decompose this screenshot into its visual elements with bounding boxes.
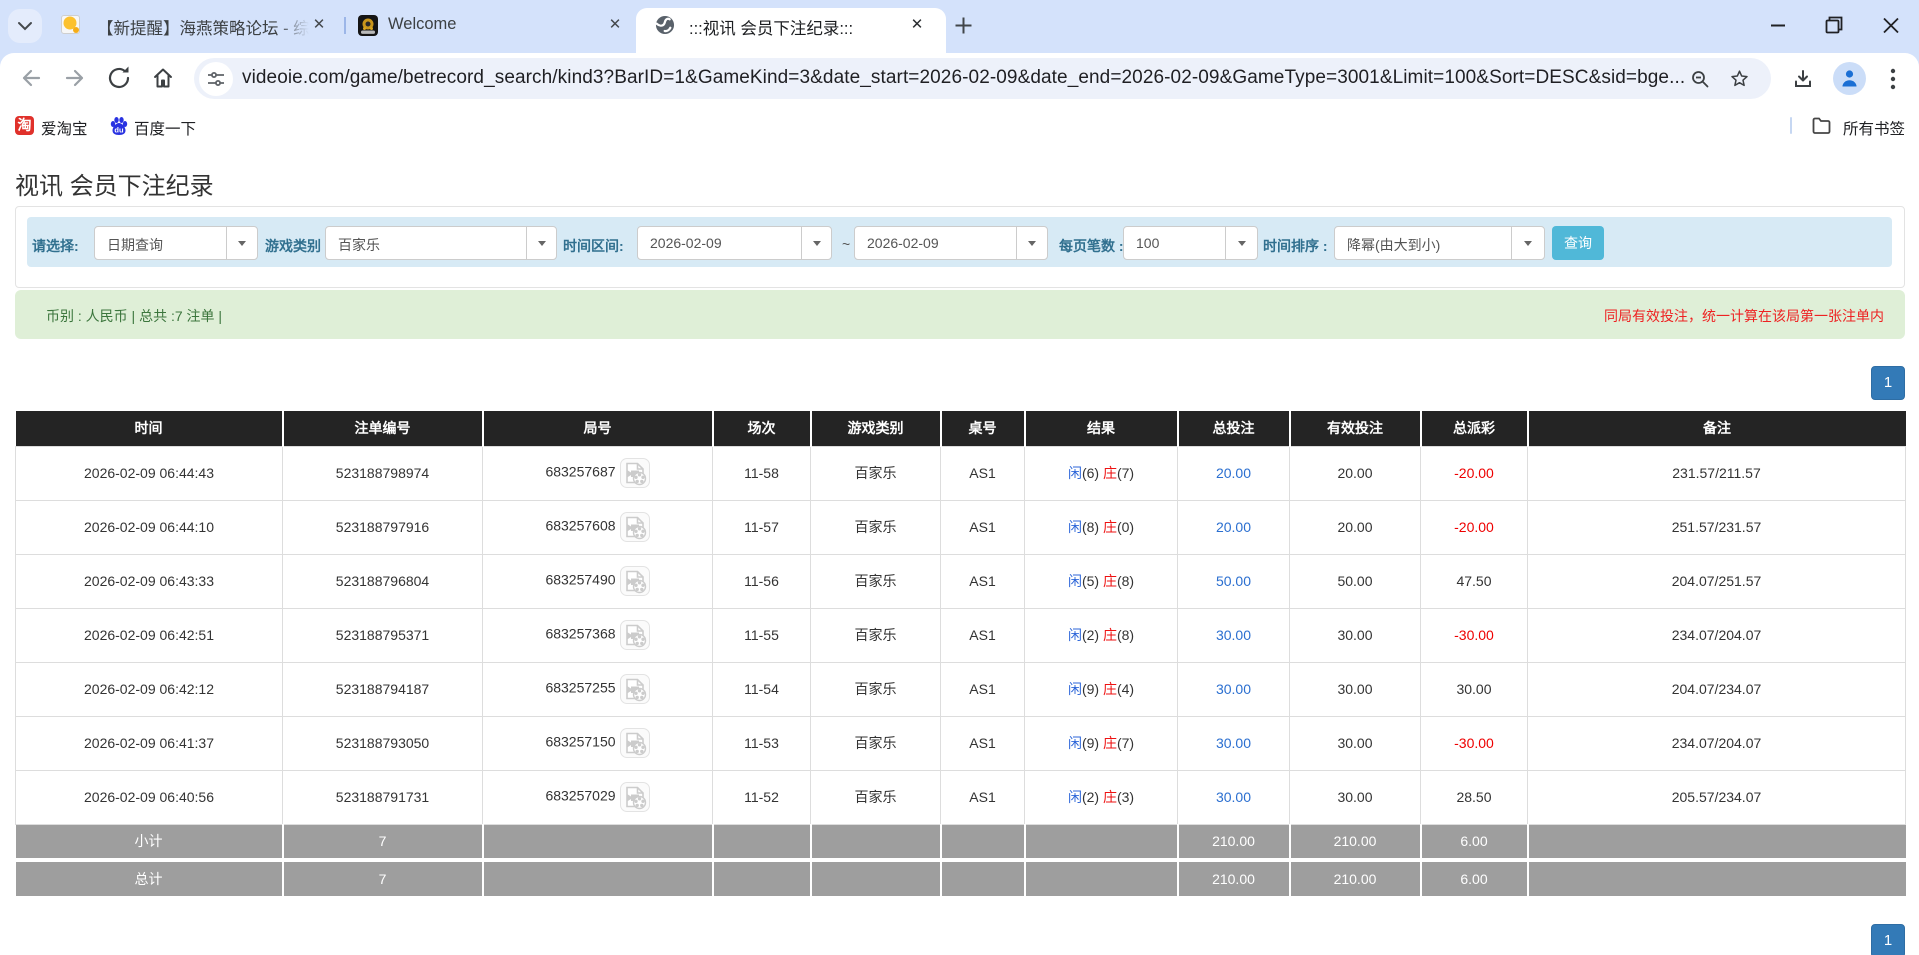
svg-text:du: du <box>114 126 124 135</box>
